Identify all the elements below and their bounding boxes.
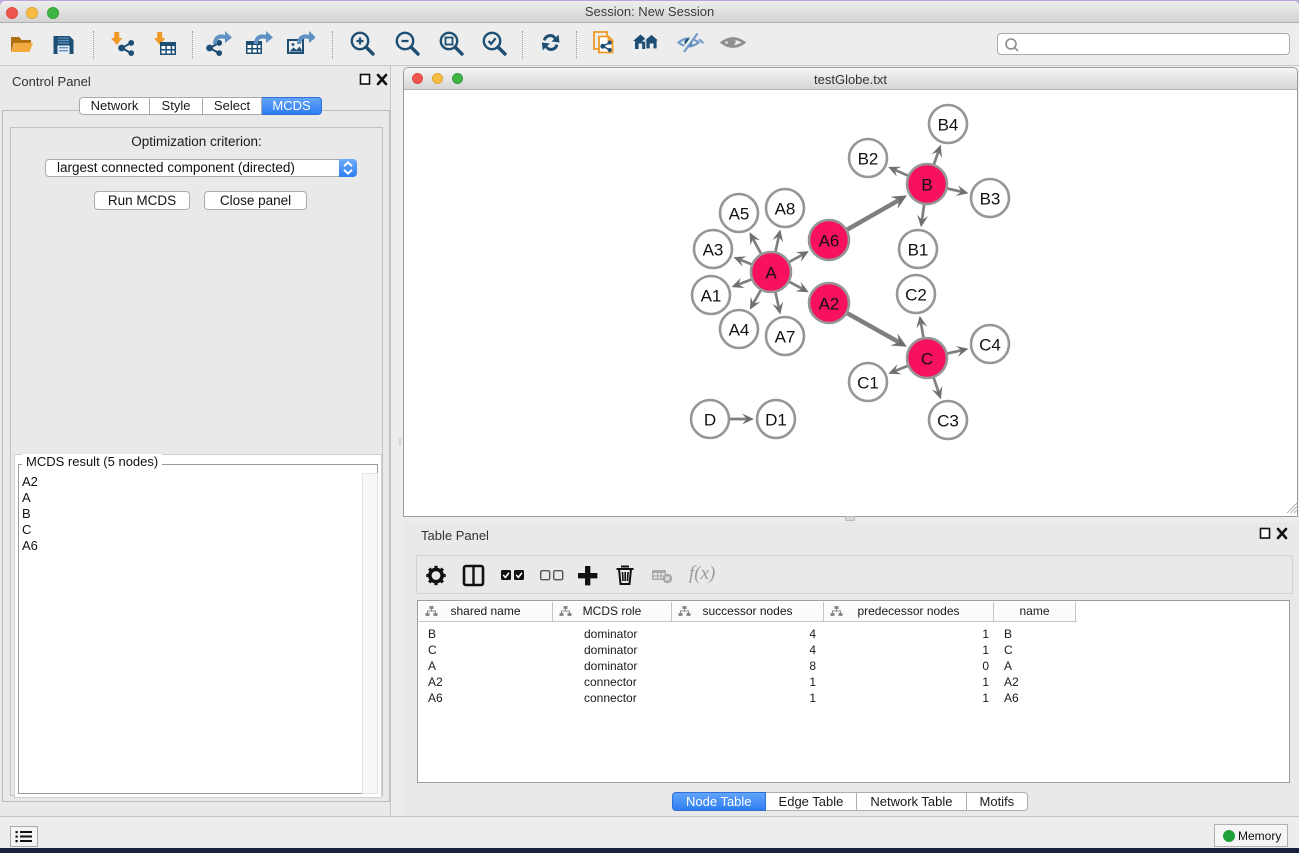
- svg-text:B: B: [921, 176, 932, 195]
- svg-text:A5: A5: [729, 205, 750, 224]
- svg-text:D: D: [704, 411, 716, 430]
- svg-text:D1: D1: [765, 411, 787, 430]
- svg-text:C: C: [921, 350, 933, 369]
- svg-text:C1: C1: [857, 374, 879, 393]
- svg-text:B4: B4: [938, 116, 959, 135]
- svg-text:A8: A8: [775, 200, 796, 219]
- svg-text:B3: B3: [980, 190, 1001, 209]
- svg-text:A3: A3: [703, 241, 724, 260]
- svg-text:A6: A6: [819, 232, 840, 251]
- svg-text:B1: B1: [908, 241, 929, 260]
- svg-text:A7: A7: [775, 328, 796, 347]
- svg-text:C2: C2: [905, 286, 927, 305]
- svg-text:C4: C4: [979, 336, 1001, 355]
- svg-text:A1: A1: [701, 287, 722, 306]
- svg-text:A4: A4: [729, 321, 750, 340]
- svg-text:A: A: [765, 264, 777, 283]
- svg-text:A2: A2: [819, 295, 840, 314]
- svg-text:B2: B2: [858, 150, 879, 169]
- svg-text:C3: C3: [937, 412, 959, 431]
